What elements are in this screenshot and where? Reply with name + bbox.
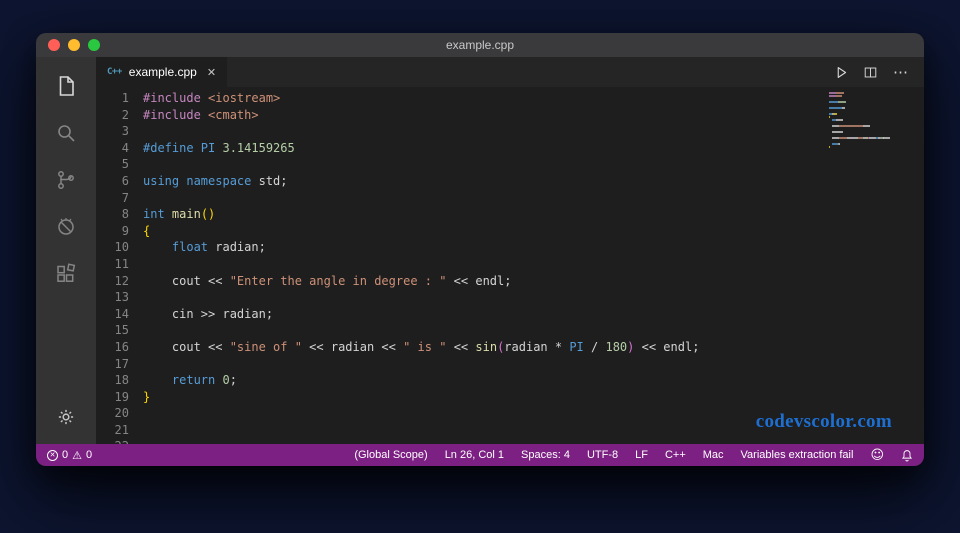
line-number: 9 bbox=[121, 223, 129, 238]
code-line[interactable]: cin >> radian; bbox=[143, 306, 924, 323]
code-line[interactable]: { bbox=[143, 223, 924, 240]
line-number: 10 bbox=[114, 240, 129, 255]
close-window-button[interactable] bbox=[48, 39, 60, 51]
minimize-window-button[interactable] bbox=[68, 39, 80, 51]
line-number: 8 bbox=[121, 207, 129, 222]
status-item[interactable]: Variables extraction fail bbox=[741, 449, 854, 461]
status-item[interactable]: (Global Scope) bbox=[354, 449, 427, 461]
line-number: 6 bbox=[121, 173, 129, 188]
feedback-smiley-icon[interactable]: ☺ bbox=[870, 449, 884, 462]
problems-indicator[interactable]: ✕ 0 ⚠ 0 bbox=[47, 449, 92, 461]
code-line[interactable]: int main() bbox=[143, 206, 924, 223]
traffic-lights bbox=[48, 33, 100, 57]
tab-close-icon[interactable]: ✕ bbox=[207, 66, 216, 79]
window-title: example.cpp bbox=[445, 38, 515, 52]
source-control-icon[interactable] bbox=[53, 167, 79, 193]
tab-label: example.cpp bbox=[128, 65, 197, 79]
code-line[interactable] bbox=[143, 356, 924, 373]
line-number: 20 bbox=[114, 406, 129, 421]
code-lines[interactable]: #include <iostream> #include <cmath> #def… bbox=[143, 87, 924, 444]
status-item[interactable]: LF bbox=[635, 449, 648, 461]
line-number: 17 bbox=[114, 356, 129, 371]
code-line[interactable] bbox=[143, 289, 924, 306]
code-line[interactable] bbox=[143, 156, 924, 173]
zoom-window-button[interactable] bbox=[88, 39, 100, 51]
line-number: 5 bbox=[121, 157, 129, 172]
line-number: 13 bbox=[114, 290, 129, 305]
error-icon: ✕ bbox=[47, 449, 58, 461]
line-numbers: 12345678910111213141516171819202122 bbox=[96, 87, 143, 444]
code-line[interactable] bbox=[143, 322, 924, 339]
line-number: 14 bbox=[114, 306, 129, 321]
search-icon[interactable] bbox=[53, 120, 79, 146]
line-number: 22 bbox=[96, 438, 129, 444]
line-number: 3 bbox=[121, 124, 129, 139]
error-count: 0 bbox=[62, 449, 69, 461]
watermark: codevscolor.com bbox=[755, 411, 892, 433]
activity-bar bbox=[36, 57, 96, 444]
line-number: 2 bbox=[121, 107, 129, 122]
vscode-window: example.cpp C++ example.cpp ✕ ⋯ 1 2 3 4 … bbox=[36, 33, 924, 466]
status-item[interactable]: Ln 26, Col 1 bbox=[445, 449, 504, 461]
notifications-bell-icon[interactable] bbox=[901, 449, 913, 462]
code-line[interactable]: cout << "sine of " << radian << " is " <… bbox=[143, 339, 924, 356]
tab-example-cpp[interactable]: C++ example.cpp ✕ bbox=[96, 57, 228, 87]
tab-bar: C++ example.cpp ✕ ⋯ bbox=[96, 57, 924, 87]
code-line[interactable] bbox=[143, 256, 924, 273]
code-line[interactable]: using namespace std; bbox=[143, 173, 924, 190]
status-bar: ✕ 0 ⚠ 0 (Global Scope) Ln 26, Col 1 Spaces… bbox=[36, 444, 924, 466]
line-number: 1 bbox=[121, 91, 129, 105]
status-item[interactable]: Spaces: 4 bbox=[521, 449, 570, 461]
minimap[interactable] bbox=[829, 92, 911, 158]
settings-gear-icon[interactable] bbox=[53, 404, 79, 430]
line-number: 15 bbox=[114, 323, 129, 338]
code-line[interactable]: cout << "Enter the angle in degree : " <… bbox=[143, 273, 924, 290]
explorer-icon[interactable] bbox=[53, 73, 79, 99]
warning-icon: ⚠ bbox=[72, 448, 82, 462]
code-line[interactable] bbox=[143, 190, 924, 207]
line-number: 4 bbox=[121, 140, 129, 155]
code-line[interactable]: #include <cmath> bbox=[143, 107, 924, 124]
split-editor-button[interactable] bbox=[864, 66, 877, 79]
extensions-icon[interactable] bbox=[53, 261, 79, 287]
status-right-items: (Global Scope) Ln 26, Col 1 Spaces: 4 UTF-8… bbox=[354, 449, 853, 461]
status-item[interactable]: UTF-8 bbox=[587, 449, 618, 461]
editor[interactable]: 12345678910111213141516171819202122 #inc… bbox=[96, 87, 924, 444]
line-number: 18 bbox=[114, 373, 129, 388]
code-line[interactable]: #define PI 3.14159265 bbox=[143, 140, 924, 157]
line-number: 12 bbox=[114, 273, 129, 288]
line-number: 11 bbox=[114, 256, 129, 271]
run-and-debug-icon[interactable] bbox=[53, 214, 79, 240]
editor-toolbar: ⋯ bbox=[835, 57, 924, 87]
line-number: 7 bbox=[121, 190, 129, 205]
run-button[interactable] bbox=[835, 66, 848, 79]
line-number: 19 bbox=[114, 389, 129, 404]
code-line[interactable] bbox=[143, 123, 924, 140]
code-line[interactable] bbox=[143, 438, 924, 444]
line-number: 16 bbox=[114, 339, 129, 354]
code-line[interactable]: } bbox=[143, 389, 924, 406]
code-line[interactable]: float radian; bbox=[143, 239, 924, 256]
titlebar: example.cpp bbox=[36, 33, 924, 57]
status-item[interactable]: Mac bbox=[703, 449, 724, 461]
warning-count: 0 bbox=[86, 449, 93, 461]
cpp-file-icon: C++ bbox=[107, 67, 122, 77]
code-line[interactable]: return 0; bbox=[143, 372, 924, 389]
code-line[interactable]: #include <iostream> bbox=[143, 90, 924, 107]
line-number: 21 bbox=[114, 422, 129, 437]
more-actions-button[interactable]: ⋯ bbox=[893, 63, 908, 81]
status-item[interactable]: C++ bbox=[665, 449, 686, 461]
